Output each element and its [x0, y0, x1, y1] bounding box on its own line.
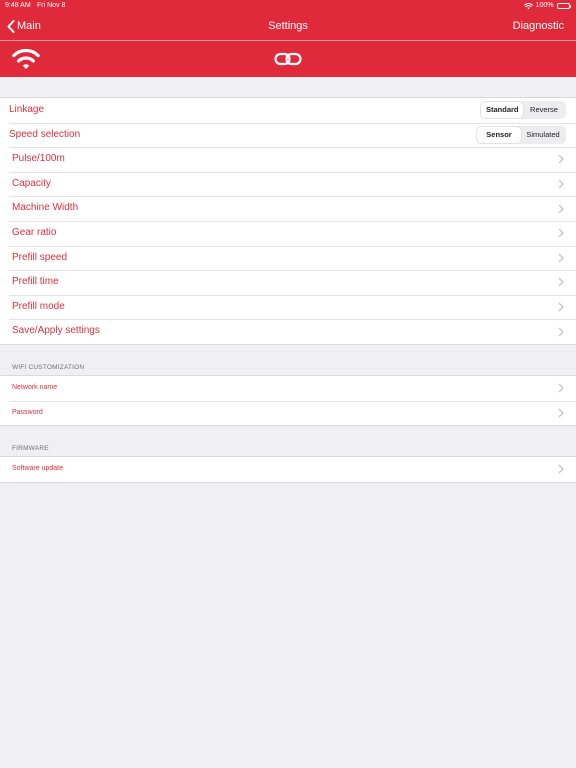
navigation-bar: Main Settings Diagnostic [0, 12, 576, 40]
row-label: Software update [12, 465, 63, 472]
wifi-row-network-name[interactable]: Network name [0, 376, 576, 401]
linkage-segmented-control: Standard Reverse [480, 101, 566, 119]
row-label: Capacity [12, 177, 51, 189]
row-label: Gear ratio [12, 226, 57, 238]
status-date: Fri Nov 8 [37, 2, 66, 9]
chevron-right-icon [558, 408, 564, 418]
row-label: Prefill mode [12, 300, 65, 312]
back-label: Main [17, 20, 41, 32]
wifi-group: Network name Password [0, 375, 576, 427]
chevron-right-icon [558, 302, 564, 312]
row-label: Machine Width [12, 202, 79, 214]
battery-percent: 100% [535, 2, 554, 9]
linkage-option-standard[interactable]: Standard [481, 102, 523, 118]
chevron-right-icon [558, 464, 564, 474]
firmware-row-software-update[interactable]: Software update [0, 457, 576, 482]
settings-group: Linkage Standard Reverse Speed selection… [0, 97, 576, 345]
wifi-row-password[interactable]: Password [0, 400, 576, 426]
chevron-right-icon [558, 327, 564, 337]
row-label: Pulse/100m [12, 153, 65, 165]
settings-row-pulse[interactable]: Pulse/100m [0, 147, 576, 172]
linkage-row: Linkage Standard Reverse [0, 98, 576, 123]
wifi-status-icon [523, 2, 533, 9]
firmware-group: Software update [0, 456, 576, 483]
page-title: Settings [268, 20, 308, 32]
row-label: Prefill speed [12, 251, 68, 263]
chevron-right-icon [558, 383, 564, 393]
chevron-right-icon [558, 253, 564, 263]
chevron-right-icon [558, 155, 564, 164]
row-label: Network name [12, 384, 58, 391]
settings-row-prefill-speed[interactable]: Prefill speed [0, 245, 576, 271]
battery-icon [556, 3, 571, 9]
chain-link-icon[interactable] [274, 52, 302, 66]
speed-option-simulated[interactable]: Simulated [521, 127, 565, 143]
linkage-label: Linkage [9, 104, 45, 115]
chevron-right-icon [558, 277, 564, 287]
speed-option-sensor[interactable]: Sensor [477, 126, 521, 143]
settings-row-save-apply[interactable]: Save/Apply settings [0, 319, 576, 344]
settings-row-prefill-mode[interactable]: Prefill mode [0, 294, 576, 320]
settings-row-gear-ratio[interactable]: Gear ratio [0, 220, 576, 246]
speed-segmented-control: Sensor Simulated [476, 125, 566, 144]
chevron-right-icon [558, 204, 564, 214]
wifi-section-header: WIFI CUSTOMIZATION [12, 364, 85, 371]
header-bar: 9:48 AM Fri Nov 8 100% Main Settings Dia… [0, 0, 576, 77]
nav-divider [0, 40, 576, 41]
speed-selection-label: Speed selection [9, 128, 81, 140]
firmware-section-header: FIRMWARE [12, 445, 49, 452]
chevron-left-icon [7, 19, 15, 33]
row-label: Prefill time [12, 276, 59, 288]
settings-row-machine-width[interactable]: Machine Width [0, 196, 576, 221]
row-label: Password [12, 408, 43, 416]
wifi-icon[interactable] [11, 47, 41, 71]
chevron-right-icon [558, 228, 564, 238]
diagnostic-button[interactable]: Diagnostic [513, 12, 564, 40]
speed-selection-row: Speed selection Sensor Simulated [0, 122, 576, 148]
status-bar: 9:48 AM Fri Nov 8 100% [0, 0, 576, 12]
back-button[interactable]: Main [7, 12, 41, 40]
status-time: 9:48 AM [5, 2, 31, 9]
settings-row-prefill-time[interactable]: Prefill time [0, 270, 576, 295]
row-label: Save/Apply settings [12, 325, 100, 337]
status-right: 100% [523, 0, 571, 12]
chevron-right-icon [558, 179, 564, 189]
settings-row-capacity[interactable]: Capacity [0, 171, 576, 197]
linkage-option-reverse[interactable]: Reverse [523, 102, 565, 118]
